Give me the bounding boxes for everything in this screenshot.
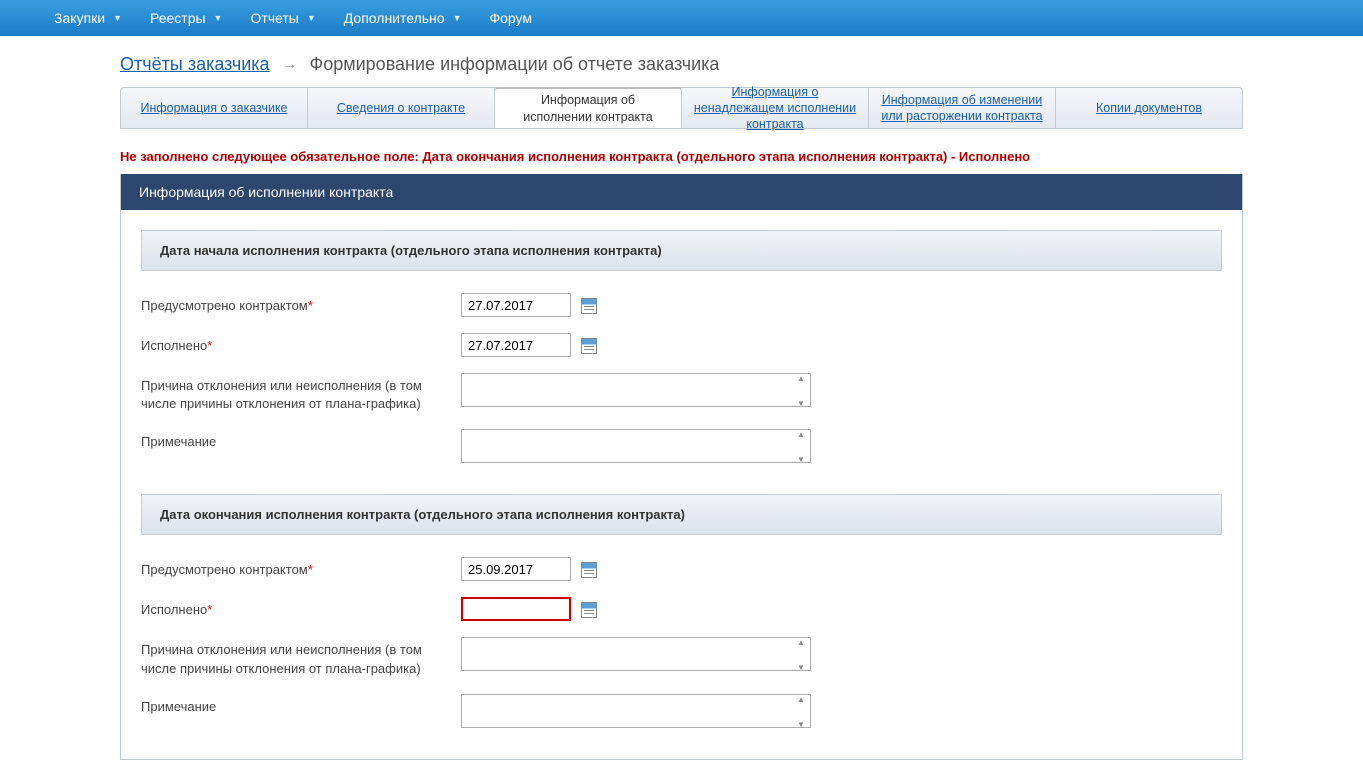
nav-zakupki[interactable]: Закупки▼ bbox=[40, 0, 136, 36]
label-b2-ispoln: Исполнено* bbox=[141, 597, 461, 619]
arrow-right-icon: → bbox=[282, 56, 298, 74]
breadcrumb-current: Формирование информации об отчете заказч… bbox=[310, 54, 720, 75]
input-b1-ispoln[interactable] bbox=[461, 333, 571, 357]
nav-otchety[interactable]: Отчеты▼ bbox=[236, 0, 329, 36]
input-b2-ispoln[interactable] bbox=[461, 597, 571, 621]
block2-header: Дата окончания исполнения контракта (отд… bbox=[141, 494, 1222, 535]
chevron-down-icon: ▼ bbox=[113, 13, 122, 23]
label-b2-predusm: Предусмотрено контрактом* bbox=[141, 557, 461, 579]
row-b1-prim: Примечание ▲▼ bbox=[121, 421, 1242, 474]
block1-header: Дата начала исполнения контракта (отдель… bbox=[141, 230, 1222, 271]
calendar-icon[interactable] bbox=[581, 602, 597, 618]
tab-info-nenadlezh[interactable]: Информация о ненадлежащем исполнении кон… bbox=[682, 88, 869, 128]
top-nav: Закупки▼ Реестры▼ Отчеты▼ Дополнительно▼… bbox=[0, 0, 1363, 36]
nav-forum[interactable]: Форум bbox=[475, 0, 546, 36]
label-b1-predusm: Предусмотрено контрактом* bbox=[141, 293, 461, 315]
calendar-icon[interactable] bbox=[581, 338, 597, 354]
section-header: Информация об исполнении контракта bbox=[121, 174, 1242, 210]
tab-kopii-dokumentov[interactable]: Копии документов bbox=[1056, 88, 1242, 128]
row-b1-predusm: Предусмотрено контрактом* bbox=[121, 285, 1242, 325]
input-b2-predusm[interactable] bbox=[461, 557, 571, 581]
tabs: Информация о заказчике Сведения о контра… bbox=[120, 87, 1243, 129]
textarea-b1-prich[interactable] bbox=[461, 373, 811, 407]
label-b1-ispoln: Исполнено* bbox=[141, 333, 461, 355]
textarea-b2-prim[interactable] bbox=[461, 694, 811, 728]
tab-svedeniya-kontrakt[interactable]: Сведения о контракте bbox=[308, 88, 495, 128]
tab-info-ispolnenie[interactable]: Информация об исполнении контракта bbox=[495, 87, 682, 128]
row-b2-prim: Примечание ▲▼ bbox=[121, 686, 1242, 739]
content-panel: Информация об исполнении контракта Дата … bbox=[120, 174, 1243, 760]
scroll-arrows: ▲▼ bbox=[793, 639, 809, 672]
scroll-arrows: ▲▼ bbox=[793, 375, 809, 408]
label-b1-prim: Примечание bbox=[141, 429, 461, 451]
nav-reestry[interactable]: Реестры▼ bbox=[136, 0, 236, 36]
row-b2-predusm: Предусмотрено контрактом* bbox=[121, 549, 1242, 589]
row-b2-prich: Причина отклонения или неисполнения (в т… bbox=[121, 629, 1242, 685]
label-b2-prim: Примечание bbox=[141, 694, 461, 716]
chevron-down-icon: ▼ bbox=[214, 13, 223, 23]
validation-error: Не заполнено следующее обязательное поле… bbox=[120, 129, 1243, 174]
calendar-icon[interactable] bbox=[581, 562, 597, 578]
calendar-icon[interactable] bbox=[581, 298, 597, 314]
tab-info-izmenenie[interactable]: Информация об изменении или расторжении … bbox=[869, 88, 1056, 128]
scroll-arrows: ▲▼ bbox=[793, 431, 809, 464]
breadcrumb: Отчёты заказчика → Формирование информац… bbox=[0, 36, 1363, 87]
row-b2-ispoln: Исполнено* bbox=[121, 589, 1242, 629]
label-b2-prich: Причина отклонения или неисполнения (в т… bbox=[141, 637, 461, 677]
chevron-down-icon: ▼ bbox=[307, 13, 316, 23]
input-b1-predusm[interactable] bbox=[461, 293, 571, 317]
label-b1-prich: Причина отклонения или неисполнения (в т… bbox=[141, 373, 461, 413]
row-b1-prich: Причина отклонения или неисполнения (в т… bbox=[121, 365, 1242, 421]
tab-info-zakazchik[interactable]: Информация о заказчике bbox=[121, 88, 308, 128]
breadcrumb-root-link[interactable]: Отчёты заказчика bbox=[120, 54, 270, 75]
row-b1-ispoln: Исполнено* bbox=[121, 325, 1242, 365]
scroll-arrows: ▲▼ bbox=[793, 696, 809, 729]
chevron-down-icon: ▼ bbox=[453, 13, 462, 23]
nav-dopolnitelno[interactable]: Дополнительно▼ bbox=[330, 0, 476, 36]
textarea-b1-prim[interactable] bbox=[461, 429, 811, 463]
textarea-b2-prich[interactable] bbox=[461, 637, 811, 671]
